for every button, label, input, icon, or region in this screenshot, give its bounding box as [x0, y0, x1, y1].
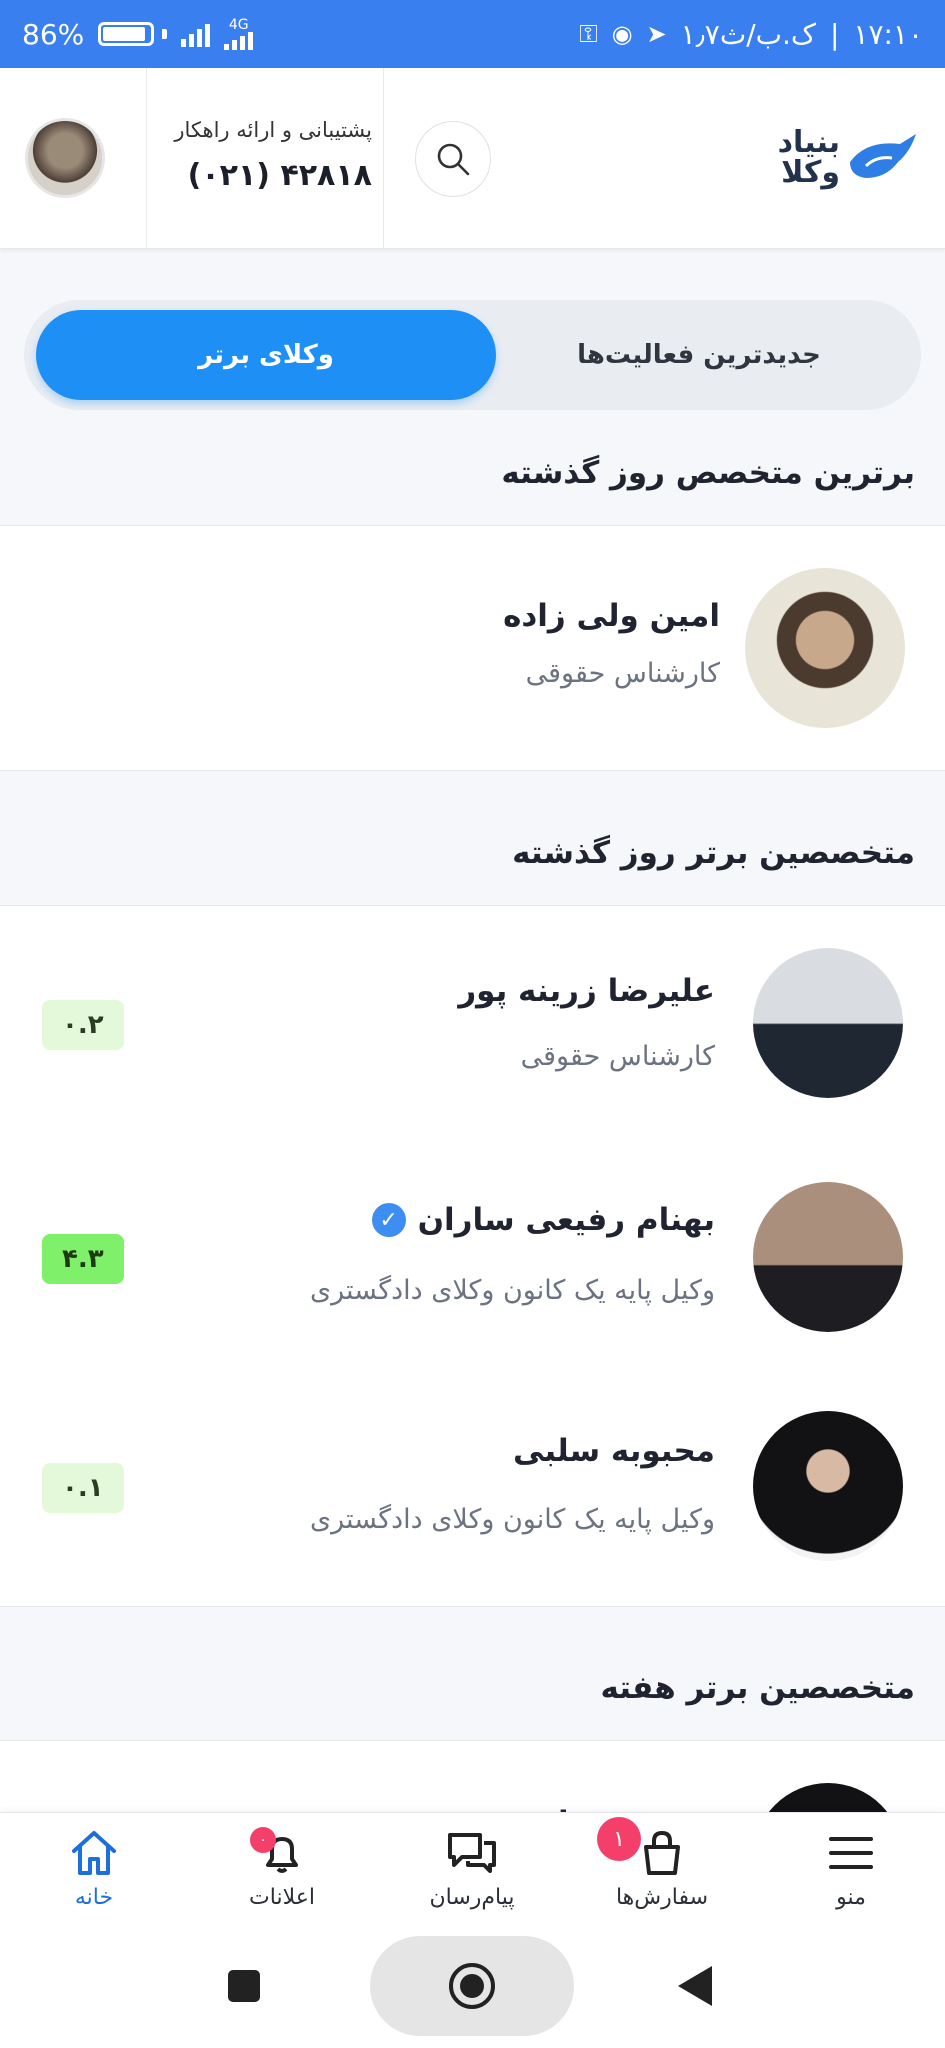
- expert-title: وکیل پایه یک کانون وکلای دادگستری: [310, 1275, 715, 1306]
- telegram-icon: ➤: [646, 20, 667, 48]
- status-clock: ۱۷:۱۰: [853, 17, 923, 51]
- expert-name: علیرضا زرینه پور: [458, 973, 715, 1009]
- battery-icon: [98, 22, 168, 46]
- whatsapp-icon: ◉: [611, 20, 633, 48]
- back-button[interactable]: [678, 1966, 712, 2006]
- avatar: [745, 568, 905, 728]
- nav-label: اعلانات: [249, 1885, 315, 1910]
- segmented-tabs: وکلای برتر جدیدترین فعالیت‌ها: [24, 300, 921, 410]
- home-icon: [14, 1823, 174, 1883]
- expert-title: کارشناس حقوقی: [525, 658, 720, 689]
- status-left: 86% 4G: [22, 17, 254, 51]
- user-avatar[interactable]: [25, 118, 105, 198]
- system-navigation: [0, 1922, 945, 2048]
- expert-name: امین ولی زاده: [503, 598, 720, 634]
- notification-badge: ۰: [250, 1827, 276, 1853]
- home-button[interactable]: [370, 1936, 574, 2036]
- status-bar: 86% 4G ⚿ ◉ ➤ ۱٫۷ک.ب/ث | ۱۷:۱۰: [0, 0, 945, 68]
- chat-icon: [392, 1823, 552, 1883]
- logo-line2: وکلا: [781, 155, 840, 190]
- key-icon: ⚿: [579, 20, 598, 48]
- nav-label: خانه: [74, 1885, 114, 1910]
- section-title-weekly: متخصصین برتر هفته: [600, 1670, 915, 1706]
- nav-orders[interactable]: ۱ سفارش‌ها: [582, 1817, 742, 1910]
- app-logo[interactable]: بنیاد وکلا: [778, 128, 920, 188]
- top-expert-row[interactable]: امین ولی زاده کارشناس حقوقی: [0, 568, 945, 728]
- network-indicator: 4G: [224, 18, 254, 50]
- support-label: پشتیبانی و ارائه راهکار: [174, 118, 372, 142]
- nav-label: سفارش‌ها: [615, 1885, 709, 1910]
- battery-percent: 86%: [22, 17, 85, 51]
- recents-button[interactable]: [228, 1970, 260, 2002]
- section-title-top-experts: متخصصین برتر روز گذشته: [512, 835, 915, 871]
- menu-icon: [771, 1823, 931, 1883]
- nav-home[interactable]: خانه: [14, 1823, 174, 1910]
- status-right: ⚿ ◉ ➤ ۱٫۷ک.ب/ث | ۱۷:۱۰: [579, 17, 923, 51]
- expert-title: وکیل پایه یک کانون وکلای دادگستری: [310, 1504, 715, 1535]
- expert-name: بهنام رفیعی ساران ✓: [371, 1202, 715, 1238]
- expert-row[interactable]: بهنام رفیعی ساران ✓ وکیل پایه یک کانون و…: [0, 1182, 945, 1342]
- status-date: ۱٫۷ک.ب/ث: [680, 17, 816, 51]
- search-icon: [437, 143, 470, 176]
- orders-badge: ۱: [597, 1817, 641, 1861]
- nav-label: پیام‌رسان: [429, 1885, 515, 1910]
- nav-label: منو: [836, 1885, 866, 1910]
- home-circle-icon: [449, 1963, 495, 2009]
- tab-latest-activities[interactable]: جدیدترین فعالیت‌ها: [489, 310, 909, 400]
- expert-name: محبوبه سلبی: [512, 1433, 715, 1469]
- expert-row[interactable]: محبوبه سلبی وکیل پایه یک کانون وکلای داد…: [0, 1411, 945, 1571]
- bottom-navigation: خانه ۰ اعلانات پیام‌رسان ۱ سفارش‌ها: [0, 1812, 945, 1923]
- nav-notifications[interactable]: ۰ اعلانات: [202, 1823, 362, 1910]
- verified-icon: ✓: [371, 1203, 406, 1237]
- logo-line1: بنیاد: [777, 125, 840, 160]
- support-phone[interactable]: ۴۲۸۱۸ (۰۲۱): [152, 158, 372, 193]
- expert-row[interactable]: علیرضا زرینه پور کارشناس حقوقی ۰.۲: [0, 948, 945, 1108]
- signal-icon: [181, 21, 211, 47]
- section-title-top-expert: برترین متخصص روز گذشته: [501, 455, 915, 491]
- app-header: پشتیبانی و ارائه راهکار ۴۲۸۱۸ (۰۲۱) بنیا…: [0, 68, 945, 249]
- nav-messenger[interactable]: پیام‌رسان: [392, 1823, 552, 1910]
- avatar: [753, 948, 903, 1098]
- rating-badge: ۴.۳: [42, 1234, 124, 1284]
- avatar: [753, 1411, 903, 1561]
- avatar: [753, 1182, 903, 1332]
- rating-badge: ۰.۲: [42, 1000, 124, 1050]
- top-experts-card: علیرضا زرینه پور کارشناس حقوقی ۰.۲ بهنام…: [0, 905, 945, 1607]
- search-button[interactable]: [415, 121, 491, 197]
- logo-mark-icon: [850, 134, 916, 178]
- expert-title: کارشناس حقوقی: [520, 1041, 715, 1072]
- rating-badge: ۰.۱: [42, 1463, 124, 1513]
- top-expert-card[interactable]: امین ولی زاده کارشناس حقوقی: [0, 525, 945, 771]
- tab-top-lawyers[interactable]: وکلای برتر: [36, 310, 496, 400]
- nav-menu[interactable]: منو: [771, 1823, 931, 1910]
- bag-icon: ۱: [582, 1817, 742, 1883]
- bell-icon: ۰: [202, 1823, 362, 1883]
